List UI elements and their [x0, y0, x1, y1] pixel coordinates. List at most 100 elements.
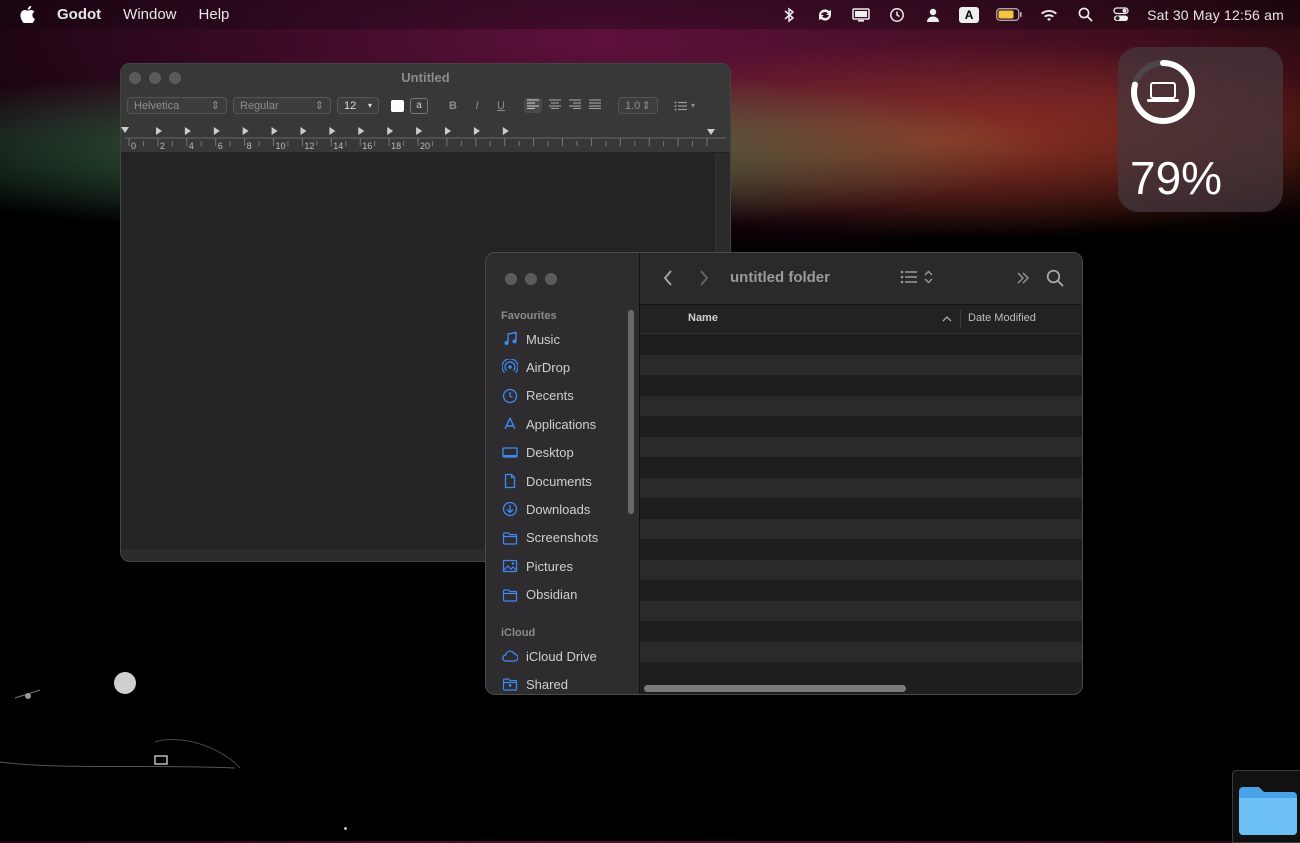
music-note-icon [504, 331, 517, 345]
sidebar-item-label: Desktop [526, 445, 574, 461]
list-row[interactable] [640, 559, 1082, 580]
sync-icon[interactable] [815, 6, 835, 24]
ruler[interactable]: 0 2 4 6 8 10 12 14 16 18 20 [121, 124, 730, 151]
sidebar-item-documents[interactable]: Documents [502, 469, 592, 493]
menu-app-name[interactable]: Godot [57, 6, 101, 23]
file-list[interactable] [640, 334, 1082, 683]
input-source-icon[interactable]: A [959, 6, 980, 23]
align-right-icon[interactable] [568, 99, 582, 112]
menu-clock[interactable]: Sat 30 May 12:56 am [1147, 7, 1284, 23]
updown-chevron-icon [924, 270, 933, 284]
sidebar-item-applications[interactable]: Applications [502, 412, 596, 436]
sidebar-scrollbar[interactable] [628, 310, 634, 514]
chevron-down-icon: ▾ [367, 101, 372, 110]
sidebar-item-screenshots[interactable]: Screenshots [502, 526, 598, 550]
apple-menu-icon[interactable] [20, 6, 35, 23]
ruler-label: 4 [189, 141, 194, 151]
folder-icon [502, 532, 518, 545]
battery-percent: 79% [1130, 152, 1223, 204]
sidebar-item-airdrop[interactable]: AirDrop [502, 355, 570, 379]
battery-ring [1131, 60, 1195, 124]
italic-button[interactable]: I [468, 100, 486, 112]
font-family-popup[interactable]: Helvetica ⇕ [127, 97, 227, 114]
sidebar-header-icloud: iCloud [501, 627, 536, 639]
font-style-popup[interactable]: Regular ⇕ [233, 97, 331, 114]
updown-chevron-icon: ⇕ [641, 100, 651, 112]
wifi-icon[interactable] [1039, 6, 1059, 24]
back-button[interactable] [662, 269, 674, 292]
list-row[interactable] [640, 416, 1082, 437]
ruler-label: 14 [333, 141, 343, 151]
highlight-color-icon[interactable]: a [410, 97, 428, 114]
forward-button[interactable] [698, 269, 710, 292]
sidebar-item-recents[interactable]: Recents [502, 384, 574, 408]
spotlight-search-icon[interactable] [1075, 6, 1095, 24]
minimize-button[interactable] [525, 273, 537, 285]
column-header-date-modified[interactable]: Date Modified [968, 312, 1036, 324]
font-family-value: Helvetica [134, 99, 180, 112]
sort-ascending-icon[interactable] [942, 314, 952, 326]
column-header-row: Name Date Modified [640, 305, 1082, 334]
zoom-button[interactable] [545, 273, 557, 285]
sidebar-item-shared[interactable]: Shared [502, 672, 568, 694]
list-row[interactable] [640, 662, 1082, 683]
battery-icon[interactable] [995, 6, 1023, 24]
sidebar-item-obsidian[interactable]: Obsidian [502, 583, 577, 607]
column-header-name[interactable]: Name [688, 312, 718, 324]
folder-title: untitled folder [730, 269, 830, 286]
list-row[interactable] [640, 641, 1082, 662]
list-row[interactable] [640, 600, 1082, 621]
toolbar-overflow-icon[interactable] [1016, 271, 1030, 290]
sidebar-item-desktop[interactable]: Desktop [502, 441, 574, 465]
search-icon[interactable] [1046, 269, 1064, 292]
list-row[interactable] [640, 334, 1082, 355]
list-row[interactable] [640, 580, 1082, 601]
text-color-swatch[interactable] [391, 99, 404, 112]
list-row[interactable] [640, 498, 1082, 519]
sidebar-item-pictures[interactable]: Pictures [502, 554, 573, 578]
sidebar-item-music[interactable]: Music [502, 327, 560, 351]
justify-icon[interactable] [588, 99, 602, 112]
list-row[interactable] [640, 518, 1082, 539]
format-toolbar: Helvetica ⇕ Regular ⇕ 12 ▾ a B I U 1.0 ⇕… [127, 97, 695, 114]
menu-window[interactable]: Window [123, 6, 176, 23]
dock-folder-tile[interactable] [1232, 770, 1300, 843]
align-center-icon[interactable] [548, 99, 562, 112]
finder-sidebar: Favourites Music AirDrop Recents Applicatio… [486, 253, 640, 694]
list-row[interactable] [640, 354, 1082, 375]
list-row[interactable] [640, 539, 1082, 560]
tab-stop-marker [242, 127, 249, 135]
list-row[interactable] [640, 477, 1082, 498]
sidebar-item-downloads[interactable]: Downloads [502, 497, 590, 521]
control-center-icon[interactable] [1111, 6, 1131, 24]
user-icon[interactable] [923, 6, 943, 24]
list-row[interactable] [640, 375, 1082, 396]
list-bullets-icon[interactable]: ▾ [674, 101, 695, 111]
close-button[interactable] [505, 273, 517, 285]
battery-widget: 79% [1118, 47, 1283, 212]
sidebar-item-label: Shared [526, 676, 568, 692]
list-row[interactable] [640, 621, 1082, 642]
font-size-combo[interactable]: 12 ▾ [337, 97, 379, 114]
ruler-label: 20 [420, 141, 430, 151]
list-row[interactable] [640, 436, 1082, 457]
sidebar-item-label: AirDrop [526, 359, 571, 375]
bold-button[interactable]: B [444, 100, 462, 112]
list-row[interactable] [640, 457, 1082, 478]
menu-help[interactable]: Help [199, 6, 230, 23]
horizontal-scrollbar[interactable] [644, 685, 906, 692]
time-machine-icon[interactable] [887, 6, 907, 24]
bluetooth-icon[interactable] [779, 6, 799, 24]
pictures-icon [502, 560, 518, 573]
display-icon[interactable] [851, 6, 871, 24]
sidebar-item-icloud-drive[interactable]: iCloud Drive [502, 644, 597, 668]
underline-button[interactable]: U [492, 100, 510, 112]
align-left-icon[interactable] [524, 98, 542, 113]
document-icon [504, 473, 516, 489]
list-row[interactable] [640, 395, 1082, 416]
sidebar-header-favourites: Favourites [501, 310, 557, 322]
line-spacing-popup[interactable]: 1.0 ⇕ [618, 97, 658, 114]
view-options-button[interactable] [900, 270, 933, 284]
finder-main: untitled folder Name Date Modified [640, 253, 1082, 694]
shared-folder-icon [502, 678, 518, 691]
